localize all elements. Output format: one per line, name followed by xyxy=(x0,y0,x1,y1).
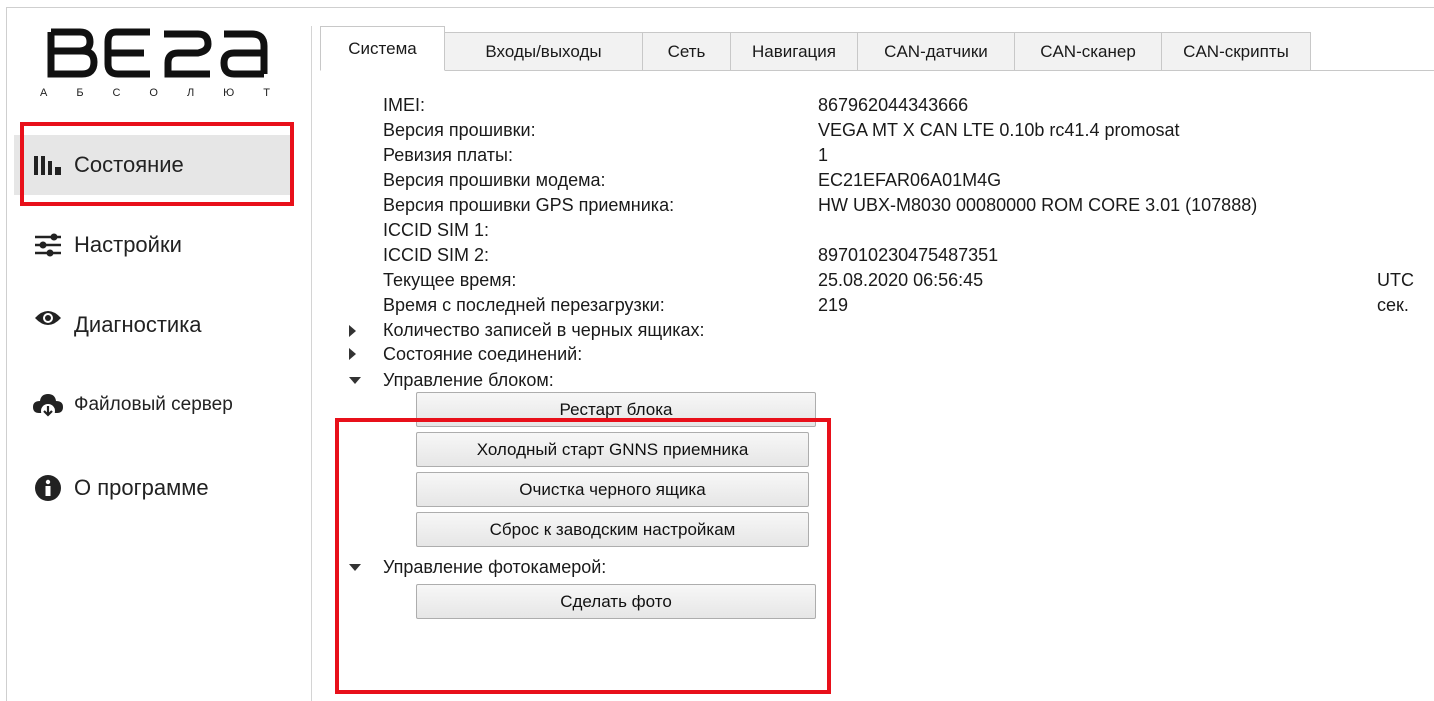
factory-reset-button[interactable]: Сброс к заводским настройкам xyxy=(416,512,809,547)
info-unit-current-time: UTC xyxy=(1377,270,1414,290)
info-value-gps-firmware: HW UBX-M8030 00080000 ROM CORE 3.01 (107… xyxy=(818,195,1258,215)
info-label-gps-firmware: Версия прошивки GPS приемника: xyxy=(383,195,675,215)
sidebar-item-label: Состояние xyxy=(74,152,184,177)
sidebar-divider xyxy=(311,26,312,701)
logo-letter: Т xyxy=(263,87,270,99)
info-icon xyxy=(32,474,64,502)
info-label-uptime: Время с последней перезагрузки: xyxy=(383,295,665,315)
tab-can-scripts[interactable]: CAN-скрипты xyxy=(1161,32,1311,70)
cloud-download-icon xyxy=(32,391,64,419)
tab-navigation[interactable]: Навигация xyxy=(730,32,858,70)
chevron-right-icon[interactable] xyxy=(348,323,364,339)
info-label-board-revision: Ревизия платы: xyxy=(383,145,513,165)
sidebar-item-label: Диагностика xyxy=(74,312,202,337)
window-top-border xyxy=(6,7,1434,8)
tree-item-label: Управление фотокамерой: xyxy=(383,557,607,577)
info-unit-uptime: сек. xyxy=(1377,295,1409,315)
tab-io[interactable]: Входы/выходы xyxy=(444,32,643,70)
sidebar-item-about[interactable]: О программе xyxy=(14,458,294,518)
info-value-iccid-sim2: 897010230475487351 xyxy=(818,245,999,265)
tree-item-label: Состояние соединений: xyxy=(383,345,583,362)
info-label-modem-firmware: Версия прошивки модема: xyxy=(383,170,606,190)
logo-letter: А xyxy=(40,87,48,99)
info-label-firmware: Версия прошивки: xyxy=(383,120,536,140)
bar-chart-icon xyxy=(32,151,64,179)
tree-item-camera-control[interactable]: Управление фотокамерой: xyxy=(348,557,606,578)
tree-item-connections[interactable]: Состояние соединений: xyxy=(348,345,582,362)
info-value-current-time: 25.08.2020 06:56:45 xyxy=(818,270,984,290)
eye-icon xyxy=(32,304,64,332)
window-left-border xyxy=(6,7,7,701)
tree-item-label: Управление блоком: xyxy=(383,370,554,390)
logo-letter: С xyxy=(112,87,121,99)
tab-bar: Система Входы/выходы Сеть Навигация CAN-… xyxy=(320,26,1434,71)
sidebar-item-file-server[interactable]: Файловый сервер xyxy=(14,375,294,435)
info-value-uptime: 219 xyxy=(818,295,849,315)
tab-system[interactable]: Система xyxy=(320,26,445,71)
info-label-current-time: Текущее время: xyxy=(383,270,517,290)
chevron-right-icon[interactable] xyxy=(348,346,364,362)
sidebar-item-label: Файловый сервер xyxy=(74,394,233,415)
restart-unit-button[interactable]: Рестарт блока xyxy=(416,392,816,427)
sidebar-item-label: О программе xyxy=(74,475,209,500)
sliders-icon xyxy=(32,231,64,259)
info-label-iccid-sim2: ICCID SIM 2: xyxy=(383,245,490,265)
tab-network[interactable]: Сеть xyxy=(642,32,731,70)
info-value-firmware: VEGA MT X CAN LTE 0.10b rc41.4 promosat xyxy=(818,120,1180,140)
logo-letter: Ю xyxy=(223,87,235,99)
logo-subtitle: А Б С О Л Ю Т xyxy=(40,87,270,99)
info-label-iccid-sim1: ICCID SIM 1: xyxy=(383,220,490,240)
tree-item-unit-control[interactable]: Управление блоком: xyxy=(348,370,554,391)
logo-letter: Л xyxy=(186,87,195,99)
info-value-board-revision: 1 xyxy=(818,145,829,165)
tab-can-sensors[interactable]: CAN-датчики xyxy=(857,32,1015,70)
take-photo-button[interactable]: Сделать фото xyxy=(416,584,816,619)
sidebar-item-diagnostics[interactable]: Диагностика xyxy=(14,295,294,355)
tree-item-blackbox[interactable]: Количество записей в черных ящиках: xyxy=(348,320,705,341)
info-value-modem-firmware: EC21EFAR06A01M4G xyxy=(818,170,1002,190)
chevron-down-icon[interactable] xyxy=(348,560,364,576)
chevron-down-icon[interactable] xyxy=(348,373,364,389)
sidebar-item-settings[interactable]: Настройки xyxy=(14,215,294,275)
logo-letter: О xyxy=(149,87,158,99)
info-value-imei: 867962044343666 xyxy=(818,95,969,115)
clear-blackbox-button[interactable]: Очистка черного ящика xyxy=(416,472,809,507)
sidebar-item-status[interactable]: Состояние xyxy=(14,135,294,195)
sidebar-item-label: Настройки xyxy=(74,232,182,257)
tab-can-scanner[interactable]: CAN-сканер xyxy=(1014,32,1162,70)
tree-item-label: Количество записей в черных ящиках: xyxy=(383,320,705,340)
logo-letter: Б xyxy=(76,87,84,99)
vega-logo xyxy=(47,28,268,78)
gnss-cold-start-button[interactable]: Холодный старт GNNS приемника xyxy=(416,432,809,467)
info-label-imei: IMEI: xyxy=(383,95,426,115)
